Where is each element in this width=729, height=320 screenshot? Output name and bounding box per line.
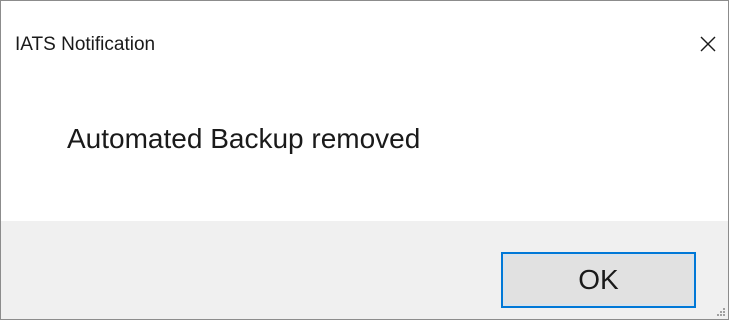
close-icon — [700, 36, 716, 52]
ok-button[interactable]: OK — [501, 252, 696, 308]
close-button[interactable] — [688, 19, 728, 69]
message-area: Automated Backup removed — [1, 87, 728, 221]
ok-button-label: OK — [578, 264, 619, 295]
notification-message: Automated Backup removed — [67, 123, 421, 154]
notification-dialog: IATS Notification Automated Backup remov… — [0, 0, 729, 320]
title-bar: IATS Notification — [1, 1, 728, 87]
resize-grip-icon[interactable] — [716, 307, 726, 317]
window-title: IATS Notification — [15, 34, 156, 55]
button-bar: OK — [1, 221, 728, 319]
